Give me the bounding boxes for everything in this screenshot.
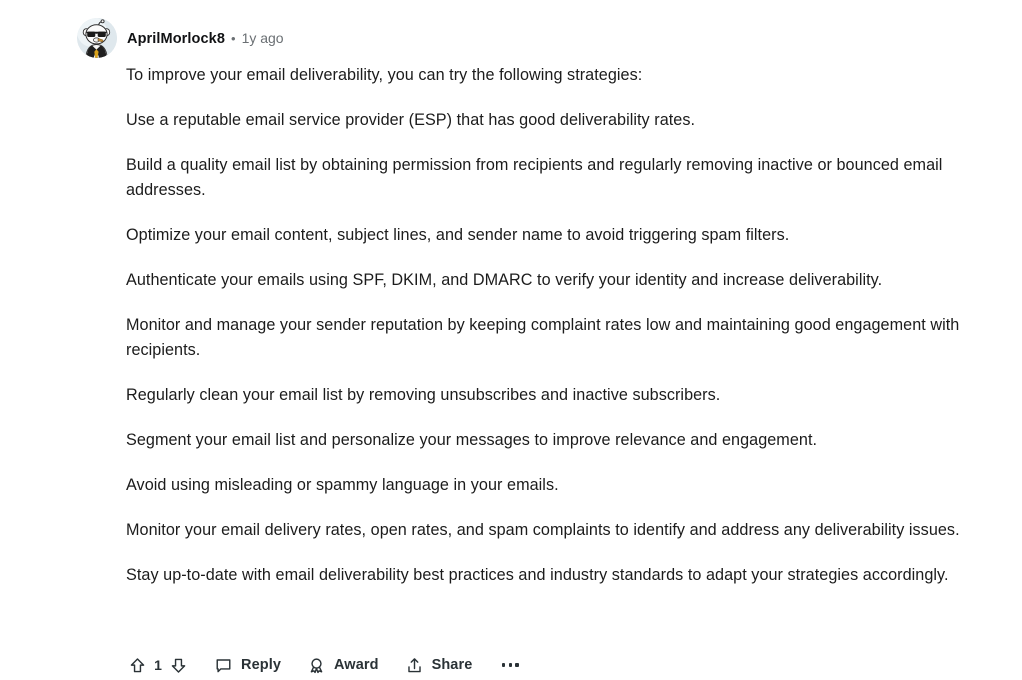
comment-paragraph: Monitor and manage your sender reputatio…: [126, 316, 960, 359]
reply-button[interactable]: Reply: [214, 651, 281, 679]
comment-paragraph: To improve your email deliverability, yo…: [126, 66, 643, 84]
share-label: Share: [431, 657, 473, 673]
vote-group: 1: [128, 650, 188, 680]
more-horizontal-icon: [515, 663, 519, 667]
more-horizontal-icon: [508, 663, 513, 667]
avatar[interactable]: [77, 18, 117, 58]
upvote-button[interactable]: [128, 651, 147, 679]
comment-author-username[interactable]: AprilMorlock8: [127, 31, 225, 47]
comment-paragraph: Segment your email list and personalize …: [126, 431, 818, 449]
snoo-sunglasses-suit-avatar: [77, 18, 117, 58]
comment-paragraph: Use a reputable email service provider (…: [126, 111, 696, 129]
comment-container: AprilMorlock8 • 1y ago To improve your e…: [0, 0, 1022, 680]
more-horizontal-icon: [501, 663, 506, 667]
comment-meta: AprilMorlock8 • 1y ago: [127, 30, 284, 47]
speech-bubble-icon: [216, 658, 231, 672]
downvote-button[interactable]: [169, 651, 188, 679]
award-button[interactable]: Award: [307, 651, 379, 679]
comment-paragraph: Stay up-to-date with email deliverabilit…: [126, 566, 949, 584]
comment-header: AprilMorlock8 • 1y ago: [77, 18, 284, 58]
share-upload-icon: [407, 657, 421, 672]
award-label: Award: [334, 657, 379, 673]
more-options-button[interactable]: [498, 651, 522, 679]
comment-body: To improve your email deliverability, yo…: [126, 63, 1016, 588]
comment-paragraph: Regularly clean your email list by remov…: [126, 386, 721, 404]
share-button[interactable]: Share: [405, 651, 473, 679]
vote-count: 1: [154, 657, 162, 673]
comment-paragraph: Monitor your email delivery rates, open …: [126, 521, 960, 539]
comment-paragraph: Build a quality email list by obtaining …: [126, 156, 943, 199]
award-medal-icon: [310, 657, 323, 673]
comment-paragraph: Avoid using misleading or spammy languag…: [126, 476, 559, 494]
comment-paragraph: Optimize your email content, subject lin…: [126, 226, 790, 244]
reply-label: Reply: [241, 657, 281, 673]
comment-timestamp[interactable]: 1y ago: [242, 30, 284, 46]
arrow-down-icon: [171, 658, 186, 673]
arrow-up-icon: [130, 657, 145, 672]
meta-separator: •: [231, 30, 236, 46]
comment-action-bar: 1 Reply Award Share: [128, 650, 522, 680]
comment-paragraph: Authenticate your emails using SPF, DKIM…: [126, 271, 883, 289]
